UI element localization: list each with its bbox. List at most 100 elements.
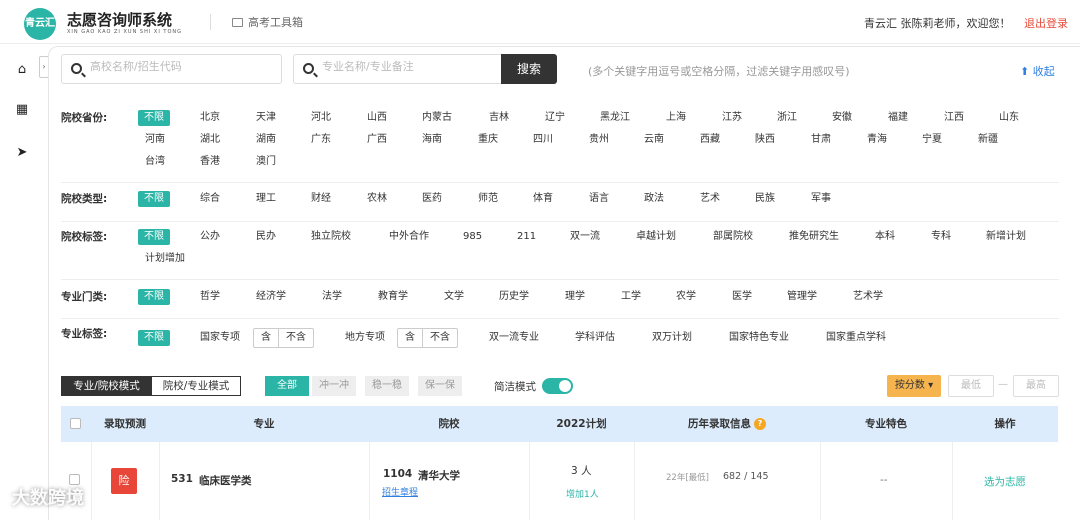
province-filter-option[interactable]: 贵州	[589, 132, 609, 148]
category-filter-option[interactable]: 教育学	[378, 289, 408, 305]
major-search-field[interactable]	[293, 54, 505, 84]
province-filter-option[interactable]: 福建	[888, 110, 908, 126]
province-filter-option[interactable]: 四川	[533, 132, 553, 148]
province-filter-option[interactable]: 广西	[367, 132, 387, 148]
type-filter-option[interactable]: 体育	[533, 191, 553, 207]
province-filter-option[interactable]: 新疆	[978, 132, 998, 148]
province-filter-option[interactable]: 湖北	[200, 132, 220, 148]
type-filter-option[interactable]: 农林	[367, 191, 387, 207]
province-filter-option[interactable]: 河北	[311, 110, 331, 126]
school-search-input[interactable]	[90, 60, 260, 73]
province-filter-option[interactable]: 江西	[944, 110, 964, 126]
major-tag-option[interactable]: 国家特色专业	[729, 330, 789, 346]
province-filter-option[interactable]: 重庆	[478, 132, 498, 148]
major-tag-option[interactable]: 国家重点学科	[826, 330, 886, 346]
province-filter-option[interactable]: 宁夏	[922, 132, 942, 148]
category-filter-option[interactable]: 工学	[621, 289, 641, 305]
type-filter-option[interactable]: 综合	[200, 191, 220, 207]
max-score-input[interactable]: 最高	[1013, 375, 1059, 397]
category-filter-option[interactable]: 艺术学	[853, 289, 883, 305]
tags-filter-option[interactable]: 本科	[875, 229, 895, 245]
major-tag-option[interactable]: 学科评估	[575, 330, 615, 346]
tags-filter-option[interactable]: 独立院校	[311, 229, 351, 245]
tags-filter-option[interactable]: 985	[463, 229, 482, 245]
province-filter-option[interactable]: 安徽	[832, 110, 852, 126]
select-all-checkbox[interactable]	[70, 418, 81, 429]
province-filter-option[interactable]: 陕西	[755, 132, 775, 148]
risk-filter-all[interactable]: 全部	[265, 376, 309, 396]
tags-filter-option[interactable]: 计划增加	[145, 251, 185, 267]
type-filter-option[interactable]: 医药	[422, 191, 442, 207]
province-filter-option[interactable]: 北京	[200, 110, 220, 126]
type-filter-option[interactable]: 政法	[644, 191, 664, 207]
province-filter-option[interactable]: 香港	[200, 154, 220, 170]
major-tag-option-all[interactable]: 不限	[138, 330, 170, 346]
province-filter-option[interactable]: 云南	[644, 132, 664, 148]
major-name[interactable]: 临床医学类	[199, 473, 252, 488]
include-option[interactable]: 含	[254, 329, 278, 347]
tags-filter-option[interactable]: 双一流	[570, 229, 600, 245]
province-filter-option[interactable]: 广东	[311, 132, 331, 148]
tags-filter-option[interactable]: 211	[517, 229, 536, 245]
tags-filter-option[interactable]: 卓越计划	[636, 229, 676, 245]
home-icon[interactable]: ⌂	[14, 62, 30, 78]
tags-filter-option[interactable]: 部属院校	[713, 229, 753, 245]
category-filter-option[interactable]: 历史学	[499, 289, 529, 305]
school-major-mode-button[interactable]: 院校/专业模式	[151, 376, 241, 396]
sort-by-score-dropdown[interactable]: 按分数 ▾	[887, 375, 941, 397]
province-filter-option[interactable]: 辽宁	[545, 110, 565, 126]
type-filter-option[interactable]: 艺术	[700, 191, 720, 207]
province-filter-option[interactable]: 吉林	[489, 110, 509, 126]
tags-filter-option[interactable]: 推免研究生	[789, 229, 839, 245]
major-search-input[interactable]	[322, 60, 492, 73]
app-logo[interactable]: 青云汇	[24, 8, 56, 40]
province-filter-option[interactable]: 黑龙江	[600, 110, 630, 126]
province-filter-option[interactable]: 山东	[999, 110, 1019, 126]
province-filter-option[interactable]: 不限	[138, 110, 170, 126]
province-filter-option[interactable]: 台湾	[145, 154, 165, 170]
province-filter-option[interactable]: 内蒙古	[422, 110, 452, 126]
help-icon[interactable]: ?	[754, 418, 766, 430]
simple-mode-toggle[interactable]	[542, 378, 573, 394]
type-filter-option[interactable]: 军事	[811, 191, 831, 207]
tags-filter-option[interactable]: 专科	[931, 229, 951, 245]
type-filter-option[interactable]: 财经	[311, 191, 331, 207]
major-tag-option[interactable]: 双一流专业	[489, 330, 539, 346]
province-filter-option[interactable]: 山西	[367, 110, 387, 126]
province-filter-option[interactable]: 海南	[422, 132, 442, 148]
province-filter-option[interactable]: 西藏	[700, 132, 720, 148]
major-tag-option[interactable]: 双万计划	[652, 330, 692, 346]
send-icon[interactable]: ➤	[14, 145, 30, 161]
school-name[interactable]: 清华大学	[418, 468, 460, 483]
province-filter-option[interactable]: 上海	[666, 110, 686, 126]
province-filter-option[interactable]: 青海	[867, 132, 887, 148]
category-filter-option[interactable]: 管理学	[787, 289, 817, 305]
search-button[interactable]: 搜索	[501, 54, 557, 84]
toolbox-link[interactable]: 高考工具箱	[232, 14, 303, 30]
category-filter-option[interactable]: 不限	[138, 289, 170, 305]
type-filter-option[interactable]: 语言	[589, 191, 609, 207]
exclude-option[interactable]: 不含	[422, 329, 457, 347]
category-filter-option[interactable]: 医学	[732, 289, 752, 305]
exclude-option[interactable]: 不含	[278, 329, 313, 347]
province-filter-option[interactable]: 浙江	[777, 110, 797, 126]
province-filter-option[interactable]: 天津	[256, 110, 276, 126]
risk-filter-stable[interactable]: 稳一稳	[365, 376, 409, 396]
type-filter-option[interactable]: 师范	[478, 191, 498, 207]
category-filter-option[interactable]: 理学	[565, 289, 585, 305]
tags-filter-option[interactable]: 民办	[256, 229, 276, 245]
category-filter-option[interactable]: 哲学	[200, 289, 220, 305]
province-filter-option[interactable]: 湖南	[256, 132, 276, 148]
category-filter-option[interactable]: 农学	[676, 289, 696, 305]
tags-filter-option[interactable]: 新增计划	[986, 229, 1026, 245]
tags-filter-option[interactable]: 不限	[138, 229, 170, 245]
major-school-mode-button[interactable]: 专业/院校模式	[61, 376, 152, 396]
tags-filter-option[interactable]: 公办	[200, 229, 220, 245]
admission-rules-link[interactable]: 招生章程	[382, 485, 418, 498]
select-as-choice-button[interactable]: 选为志愿	[984, 474, 1026, 489]
school-search-field[interactable]	[61, 54, 282, 84]
province-filter-option[interactable]: 河南	[145, 132, 165, 148]
province-filter-option[interactable]: 澳门	[256, 154, 276, 170]
include-option[interactable]: 含	[398, 329, 422, 347]
province-filter-option[interactable]: 江苏	[722, 110, 742, 126]
